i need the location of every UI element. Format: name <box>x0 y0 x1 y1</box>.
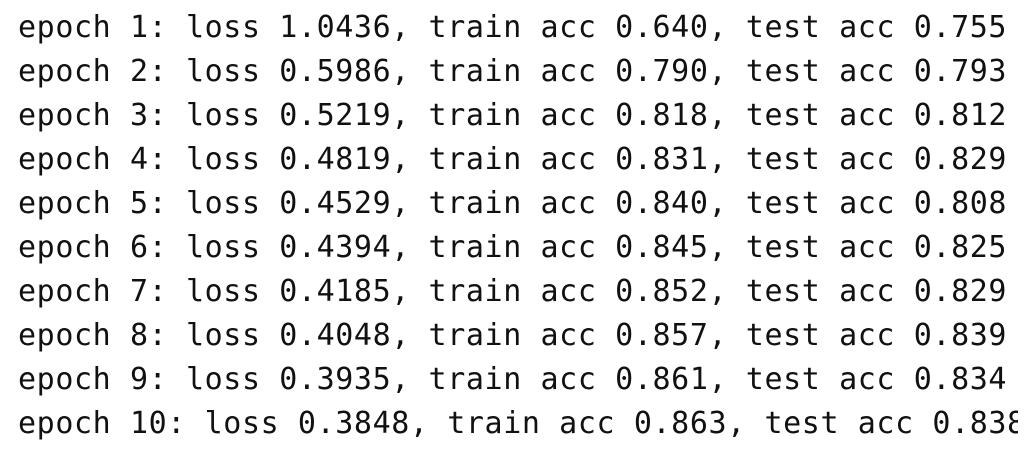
log-line-epoch-10: epoch 10: loss 0.3848, train acc 0.863, … <box>18 406 1018 441</box>
log-line-epoch-6: epoch 6: loss 0.4394, train acc 0.845, t… <box>18 230 1008 265</box>
log-line-epoch-5: epoch 5: loss 0.4529, train acc 0.840, t… <box>18 186 1008 221</box>
log-line-epoch-4: epoch 4: loss 0.4819, train acc 0.831, t… <box>18 142 1008 177</box>
log-line-epoch-1: epoch 1: loss 1.0436, train acc 0.640, t… <box>18 10 1008 45</box>
log-line-epoch-7: epoch 7: loss 0.4185, train acc 0.852, t… <box>18 274 1008 309</box>
log-line-epoch-2: epoch 2: loss 0.5986, train acc 0.790, t… <box>18 54 1008 89</box>
log-line-epoch-9: epoch 9: loss 0.3935, train acc 0.861, t… <box>18 362 1008 397</box>
log-line-epoch-8: epoch 8: loss 0.4048, train acc 0.857, t… <box>18 318 1008 353</box>
log-line-epoch-3: epoch 3: loss 0.5219, train acc 0.818, t… <box>18 98 1008 133</box>
training-log-output: epoch 1: loss 1.0436, train acc 0.640, t… <box>18 6 1018 446</box>
